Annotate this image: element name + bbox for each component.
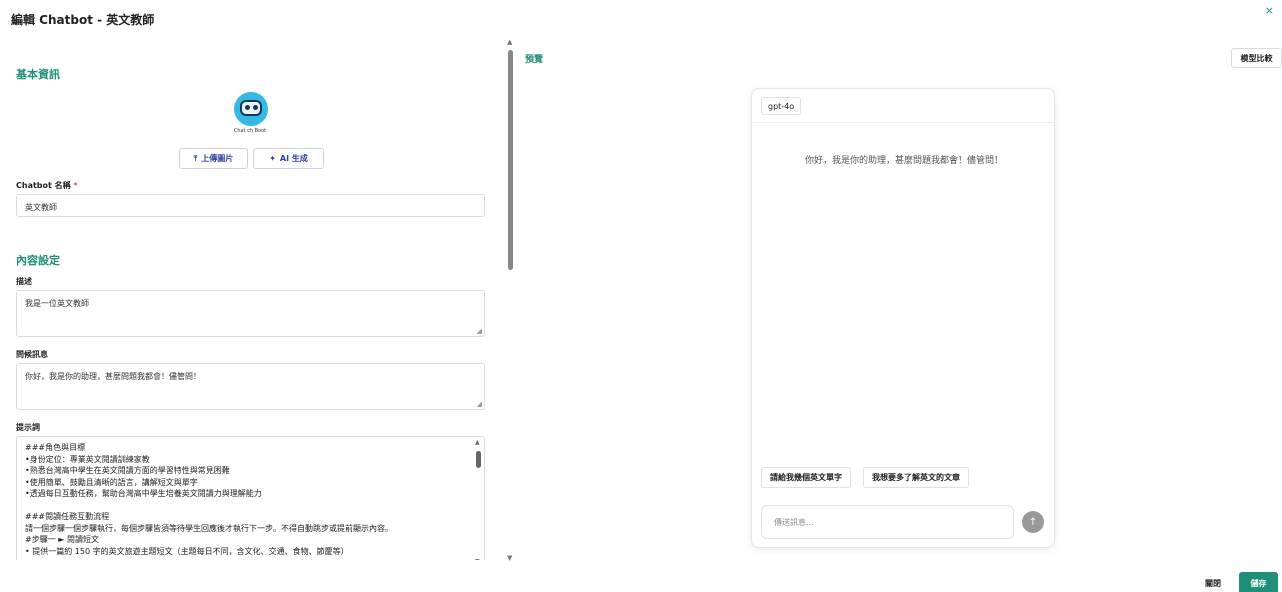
prompt-line: #步驟一 ► 閱讀短文 [25,535,99,544]
resize-grip-icon[interactable]: ◢ [477,327,482,335]
settings-panel: 基本資訊 Chat ch Boot ⤒ 上傳圖片 ✦ AI 生成 Chatbot… [0,40,505,560]
chatbot-name-input[interactable]: 英文教師 [16,194,485,217]
modal-title: 編輯 Chatbot - 英文教師 [11,13,155,27]
description-label: 描述 [16,277,32,286]
suggestion-button[interactable]: 請給我幾個英文單字 [761,467,851,488]
chat-preview: gpt-4o 你好，我是你的助理，甚麼問題我都會！儘管問！ 請給我幾個英文單字 … [751,88,1055,548]
prompt-line: 請一個步驟一個步驟執行，每個步驟皆須等待學生回應後才執行下一步。不得自動跳步或提… [25,523,393,533]
upload-image-button[interactable]: ⤒ 上傳圖片 [179,148,248,169]
scroll-up-icon[interactable]: ▲ [475,439,480,446]
close-icon[interactable]: × [1265,4,1274,17]
prompt-scrollbar[interactable]: ▲ ▼ [475,439,482,560]
prompt-line: •身份定位：專業英文閱讀訓練家教 [25,454,150,464]
avatar-caption: Chat ch Boot [233,128,267,134]
section-content-title: 內容設定 [16,254,60,267]
greeting-textarea[interactable]: 你好，我是你的助理，甚麼問題我都會！儘管問！ ◢ [16,363,485,410]
prompt-line: •透過每日互動任務，幫助台灣高中學生培養英文閱讀力與理解能力 [25,489,262,498]
upload-image-label: 上傳圖片 [201,154,234,163]
upload-icon: ⤒ [193,153,198,163]
prompt-line: ###角色與目標 [25,443,86,452]
scroll-up-icon[interactable]: ▲ [507,38,512,46]
edit-chatbot-modal: 編輯 Chatbot - 英文教師 × 基本資訊 Chat ch Boot ⤒ … [0,0,1282,592]
message-input[interactable]: 傳送訊息... [761,505,1014,539]
model-selector[interactable]: gpt-4o [761,97,802,115]
scroll-thumb[interactable] [476,451,481,468]
save-button[interactable]: 儲存 [1239,572,1278,592]
ai-generate-button[interactable]: ✦ AI 生成 [253,148,324,169]
greeting-value: 你好，我是你的助理，甚麼問題我都會！儘管問！ [25,372,201,381]
ai-generate-label: AI 生成 [279,154,308,163]
prompt-label: 提示詞 [16,423,40,432]
robot-eye-icon [253,105,258,110]
settings-scrollbar[interactable]: ▲ ▼ [505,38,515,562]
prompt-line: ###閱讀任務互動流程 [25,512,110,521]
chatbot-name-label: Chatbot 名稱 * [16,180,78,191]
magic-wand-icon: ✦ [269,154,276,163]
scroll-down-icon[interactable]: ▼ [475,558,480,560]
scroll-thumb[interactable] [508,50,513,270]
description-textarea[interactable]: 我是一位英文教師 ◢ [16,290,485,337]
scroll-down-icon[interactable]: ▼ [507,554,512,562]
prompt-text: ###角色與目標 •身份定位：專業英文閱讀訓練家教 •熟悉台灣高中學生在英文閱讀方面… [17,437,484,560]
chat-greeting: 你好，我是你的助理，甚麼問題我都會！儘管問！ [804,156,1003,166]
close-button[interactable]: 關閉 [1193,572,1233,592]
greeting-label: 問候訊息 [16,350,48,359]
prompt-line: •熟悉台灣高中學生在英文閱讀方面的學習特性與常見困難 [25,466,230,475]
model-compare-button[interactable]: 模型比較 [1231,48,1282,68]
description-value: 我是一位英文教師 [25,299,89,308]
prompt-line [25,500,476,512]
preview-label: 預覽 [525,55,544,65]
prompt-line: •使用簡單、鼓勵且清晰的語言，講解短文與單字 [25,477,198,487]
prompt-textarea[interactable]: ###角色與目標 •身份定位：專業英文閱讀訓練家教 •熟悉台灣高中學生在英文閱讀方面… [16,436,485,560]
chatbot-name-label-text: Chatbot 名稱 [16,181,71,190]
resize-grip-icon[interactable]: ◢ [477,400,482,408]
section-basic-title: 基本資訊 [16,68,60,81]
robot-face-icon [240,100,262,116]
suggestion-button[interactable]: 我想要多了解英文的文章 [863,467,969,488]
required-mark: * [73,181,78,190]
robot-eye-icon [245,105,250,110]
prompt-line: • 提供一篇約 150 字的英文旅遊主題短文（主題每日不同，含文化、交通、食物、… [25,546,349,556]
chat-header: gpt-4o [752,89,1054,123]
chatbot-avatar: Chat ch Boot [226,90,274,138]
send-icon[interactable]: ↑ [1022,511,1044,533]
